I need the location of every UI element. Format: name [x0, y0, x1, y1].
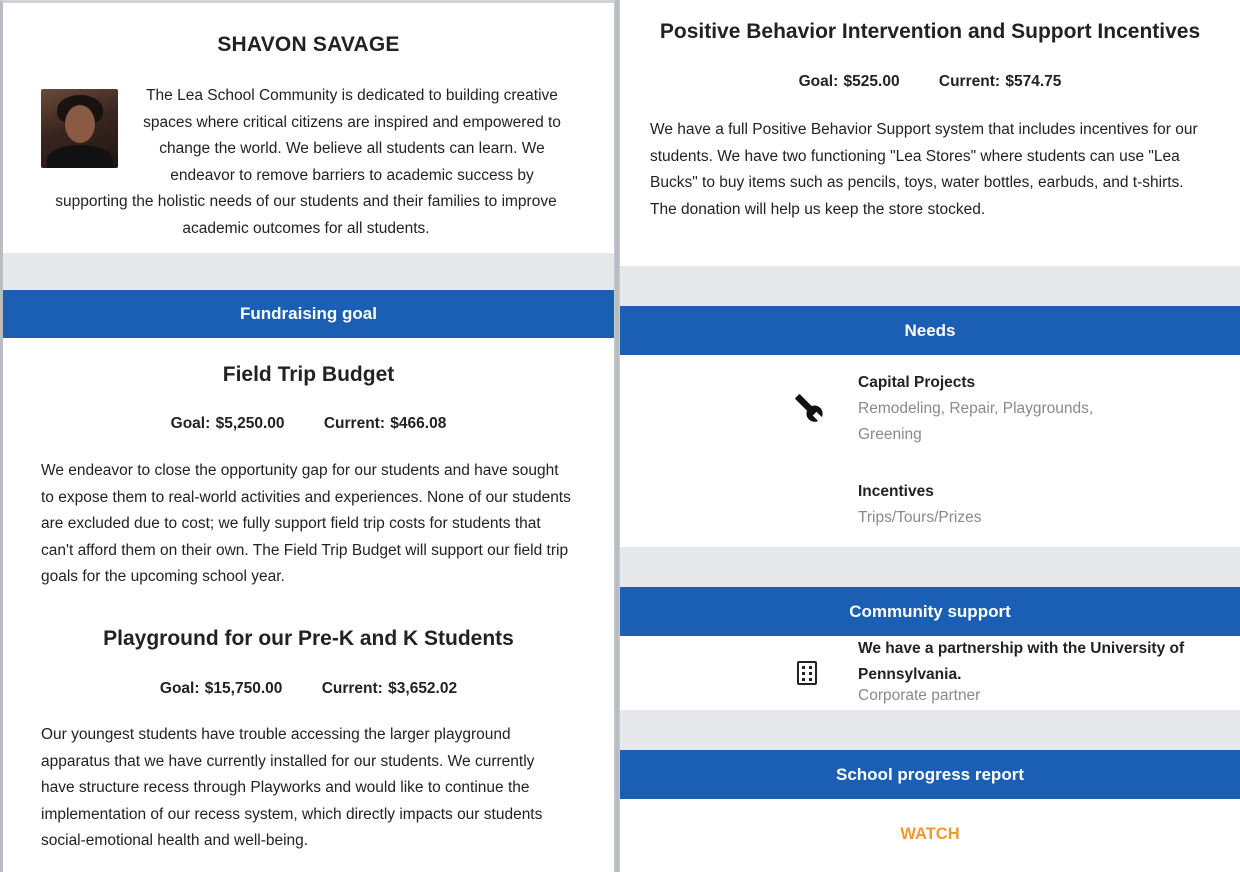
current-amount: Current: $3,652.02: [321, 680, 458, 697]
fundraising-goals-card: Field Trip Budget Goal: $5,250.00 Curren…: [3, 338, 614, 872]
community-card: We have a partnership with the Universit…: [620, 636, 1240, 710]
goal-description: We have a full Positive Behavior Support…: [650, 121, 1198, 218]
goal-title: Playground for our Pre-K and K Students: [103, 627, 514, 650]
needs-banner: Needs: [620, 306, 1240, 355]
goal-amounts: Goal: $15,750.00 Current: $3,652.02: [3, 680, 614, 698]
wrench-icon: [794, 393, 824, 430]
left-column: SHAVON SAVAGE The Lea School Community i…: [0, 0, 615, 872]
community-partner-type: Corporate partner: [858, 687, 981, 704]
goal-amount: Goal: $525.00: [798, 73, 900, 90]
current-amount: Current: $574.75: [938, 73, 1062, 90]
progress-card: WATCH: [620, 799, 1240, 872]
profile-card: SHAVON SAVAGE The Lea School Community i…: [3, 3, 614, 253]
need-title: Capital Projects: [858, 374, 976, 391]
profile-name: SHAVON SAVAGE: [217, 33, 400, 56]
goal-amounts: Goal: $525.00 Current: $574.75: [620, 73, 1240, 91]
school-progress-banner: School progress report: [620, 750, 1240, 799]
community-support-banner: Community support: [620, 587, 1240, 636]
goal-amount: Goal: $15,750.00: [159, 680, 283, 697]
right-column: Positive Behavior Intervention and Suppo…: [619, 0, 1240, 872]
needs-card: Capital Projects Remodeling, Repair, Pla…: [620, 355, 1240, 547]
building-icon: [797, 661, 817, 685]
watch-link[interactable]: WATCH: [620, 825, 1240, 844]
goal-amounts: Goal: $5,250.00 Current: $466.08: [3, 415, 614, 433]
need-subtitle: Trips/Tours/Prizes: [858, 509, 982, 526]
goal-title: Positive Behavior Intervention and Suppo…: [659, 20, 1201, 43]
goal-amount: Goal: $5,250.00: [170, 415, 285, 432]
goal-description: Our youngest students have trouble acces…: [41, 726, 543, 849]
community-partner-title: We have a partnership with the Universit…: [858, 640, 1185, 683]
fundraising-goal-banner: Fundraising goal: [3, 290, 614, 338]
current-amount: Current: $466.08: [323, 415, 447, 432]
need-title: Incentives: [858, 483, 934, 500]
need-subtitle: Remodeling, Repair, Playgrounds, Greenin…: [858, 400, 1094, 443]
goal-title: Field Trip Budget: [222, 363, 395, 386]
goal-description: We endeavor to close the opportunity gap…: [41, 462, 571, 585]
pbis-goal-card: Positive Behavior Intervention and Suppo…: [620, 0, 1240, 266]
profile-bio-wrapper: The Lea School Community is dedicated to…: [41, 83, 571, 242]
